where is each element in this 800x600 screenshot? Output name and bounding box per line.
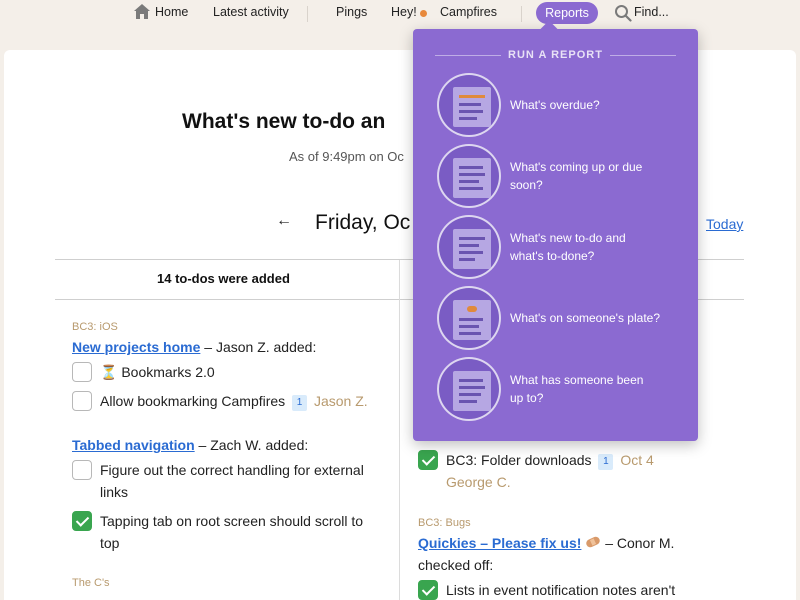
todo-checkbox[interactable] (72, 391, 92, 411)
report-thumbnail-icon (437, 286, 501, 350)
nav-divider (307, 6, 308, 22)
day-heading: Friday, Oc (315, 211, 411, 234)
todo-checkbox-checked[interactable] (418, 450, 438, 470)
comment-count-badge[interactable]: 1 (598, 454, 614, 470)
todo-due-date: Oct 4 (620, 452, 654, 468)
report-label[interactable]: What's on someone's plate? (510, 309, 660, 327)
as-of-timestamp: As of 9:49pm on Oc (289, 149, 404, 164)
todo-title[interactable]: Allow bookmarking Campfires (100, 393, 285, 409)
todo-title[interactable]: Bookmarks 2.0 (121, 364, 214, 380)
list-heading: Tabbed navigation – Zach W. added: (72, 437, 308, 453)
list-heading-suffix: – Jason Z. added: (200, 339, 317, 355)
nav-find[interactable]: Find... (634, 5, 669, 19)
todo-list-link[interactable]: New projects home (72, 339, 200, 355)
report-thumbnail-icon (437, 144, 501, 208)
nav-divider (521, 6, 522, 22)
todo-item[interactable]: ⏳ Bookmarks 2.0 (100, 364, 215, 381)
todo-list-link[interactable]: Quickies – Please fix us! (418, 535, 581, 551)
project-label[interactable]: The C's (72, 577, 110, 589)
project-label[interactable]: BC3: iOS (72, 321, 118, 333)
todo-item[interactable]: BC3: Folder downloads 1 Oct 4 (446, 452, 654, 470)
nav-hey[interactable]: Hey! (391, 5, 417, 19)
report-thumbnail-icon (437, 215, 501, 279)
reports-menu-heading-row: RUN A REPORT (413, 47, 698, 63)
home-icon[interactable] (133, 3, 151, 20)
previous-day-arrow-icon[interactable]: ← (276, 212, 292, 230)
todo-assignee: Jason Z. (313, 393, 368, 409)
todo-list-link[interactable]: Tabbed navigation (72, 437, 195, 453)
report-item-overdue[interactable]: What's overdue? (437, 73, 682, 137)
todo-checkbox[interactable] (72, 460, 92, 480)
nav-latest-activity[interactable]: Latest activity (213, 5, 289, 19)
nav-home[interactable]: Home (155, 5, 188, 19)
hey-unread-dot (420, 10, 427, 17)
list-heading-suffix-continued: checked off: (418, 557, 494, 573)
report-label[interactable]: What's coming up or due soon? (510, 158, 660, 194)
report-label[interactable]: What's new to-do and what's to-done? (510, 229, 660, 265)
todo-assignee: George C. (446, 474, 511, 490)
todo-title-continued[interactable]: top (100, 535, 119, 551)
todo-checkbox-checked[interactable] (418, 580, 438, 600)
hourglass-icon: ⏳ (100, 364, 118, 380)
comment-count-badge[interactable]: 1 (292, 395, 308, 411)
report-item-new-todo[interactable]: What's new to-do and what's to-done? (437, 215, 682, 279)
bandage-icon (586, 536, 601, 548)
reports-menu-heading: RUN A REPORT (508, 49, 603, 61)
added-count-header: 14 to-dos were added (157, 271, 290, 286)
page-title: What's new to-do an (182, 110, 386, 133)
column-divider (399, 260, 400, 600)
todo-title[interactable]: Lists in event notification notes aren't (446, 582, 675, 598)
list-heading: Quickies – Please fix us! – Conor M. (418, 535, 674, 551)
report-thumbnail-icon (437, 357, 501, 421)
report-item-someones-plate[interactable]: What's on someone's plate? (437, 286, 682, 350)
report-thumbnail-icon (437, 73, 501, 137)
todo-title[interactable]: Figure out the correct handling for exte… (100, 462, 364, 478)
list-heading: New projects home – Jason Z. added: (72, 339, 316, 355)
todo-item[interactable]: Allow bookmarking Campfires 1 Jason Z. (100, 393, 368, 411)
report-label[interactable]: What's overdue? (510, 96, 660, 114)
todo-title-continued[interactable]: links (100, 484, 128, 500)
search-icon[interactable] (614, 4, 632, 22)
report-item-been-up-to[interactable]: What has someone been up to? (437, 357, 682, 421)
report-item-coming-up[interactable]: What's coming up or due soon? (437, 144, 682, 208)
todo-title[interactable]: BC3: Folder downloads (446, 452, 592, 468)
today-link[interactable]: Today (706, 216, 743, 232)
todo-checkbox[interactable] (72, 362, 92, 382)
top-nav: Home Latest activity Pings Hey! Campfire… (0, 0, 800, 28)
nav-reports[interactable]: Reports (536, 2, 598, 24)
project-label[interactable]: BC3: Bugs (418, 517, 471, 529)
reports-menu: RUN A REPORT What's overdue? What's comi… (413, 29, 698, 441)
nav-pings[interactable]: Pings (336, 5, 367, 19)
todo-checkbox-checked[interactable] (72, 511, 92, 531)
list-heading-suffix: – Conor M. (605, 535, 675, 551)
list-heading-suffix: – Zach W. added: (194, 437, 309, 453)
todo-title[interactable]: Tapping tab on root screen should scroll… (100, 513, 363, 529)
nav-campfires[interactable]: Campfires (440, 5, 497, 19)
report-label[interactable]: What has someone been up to? (510, 371, 660, 407)
